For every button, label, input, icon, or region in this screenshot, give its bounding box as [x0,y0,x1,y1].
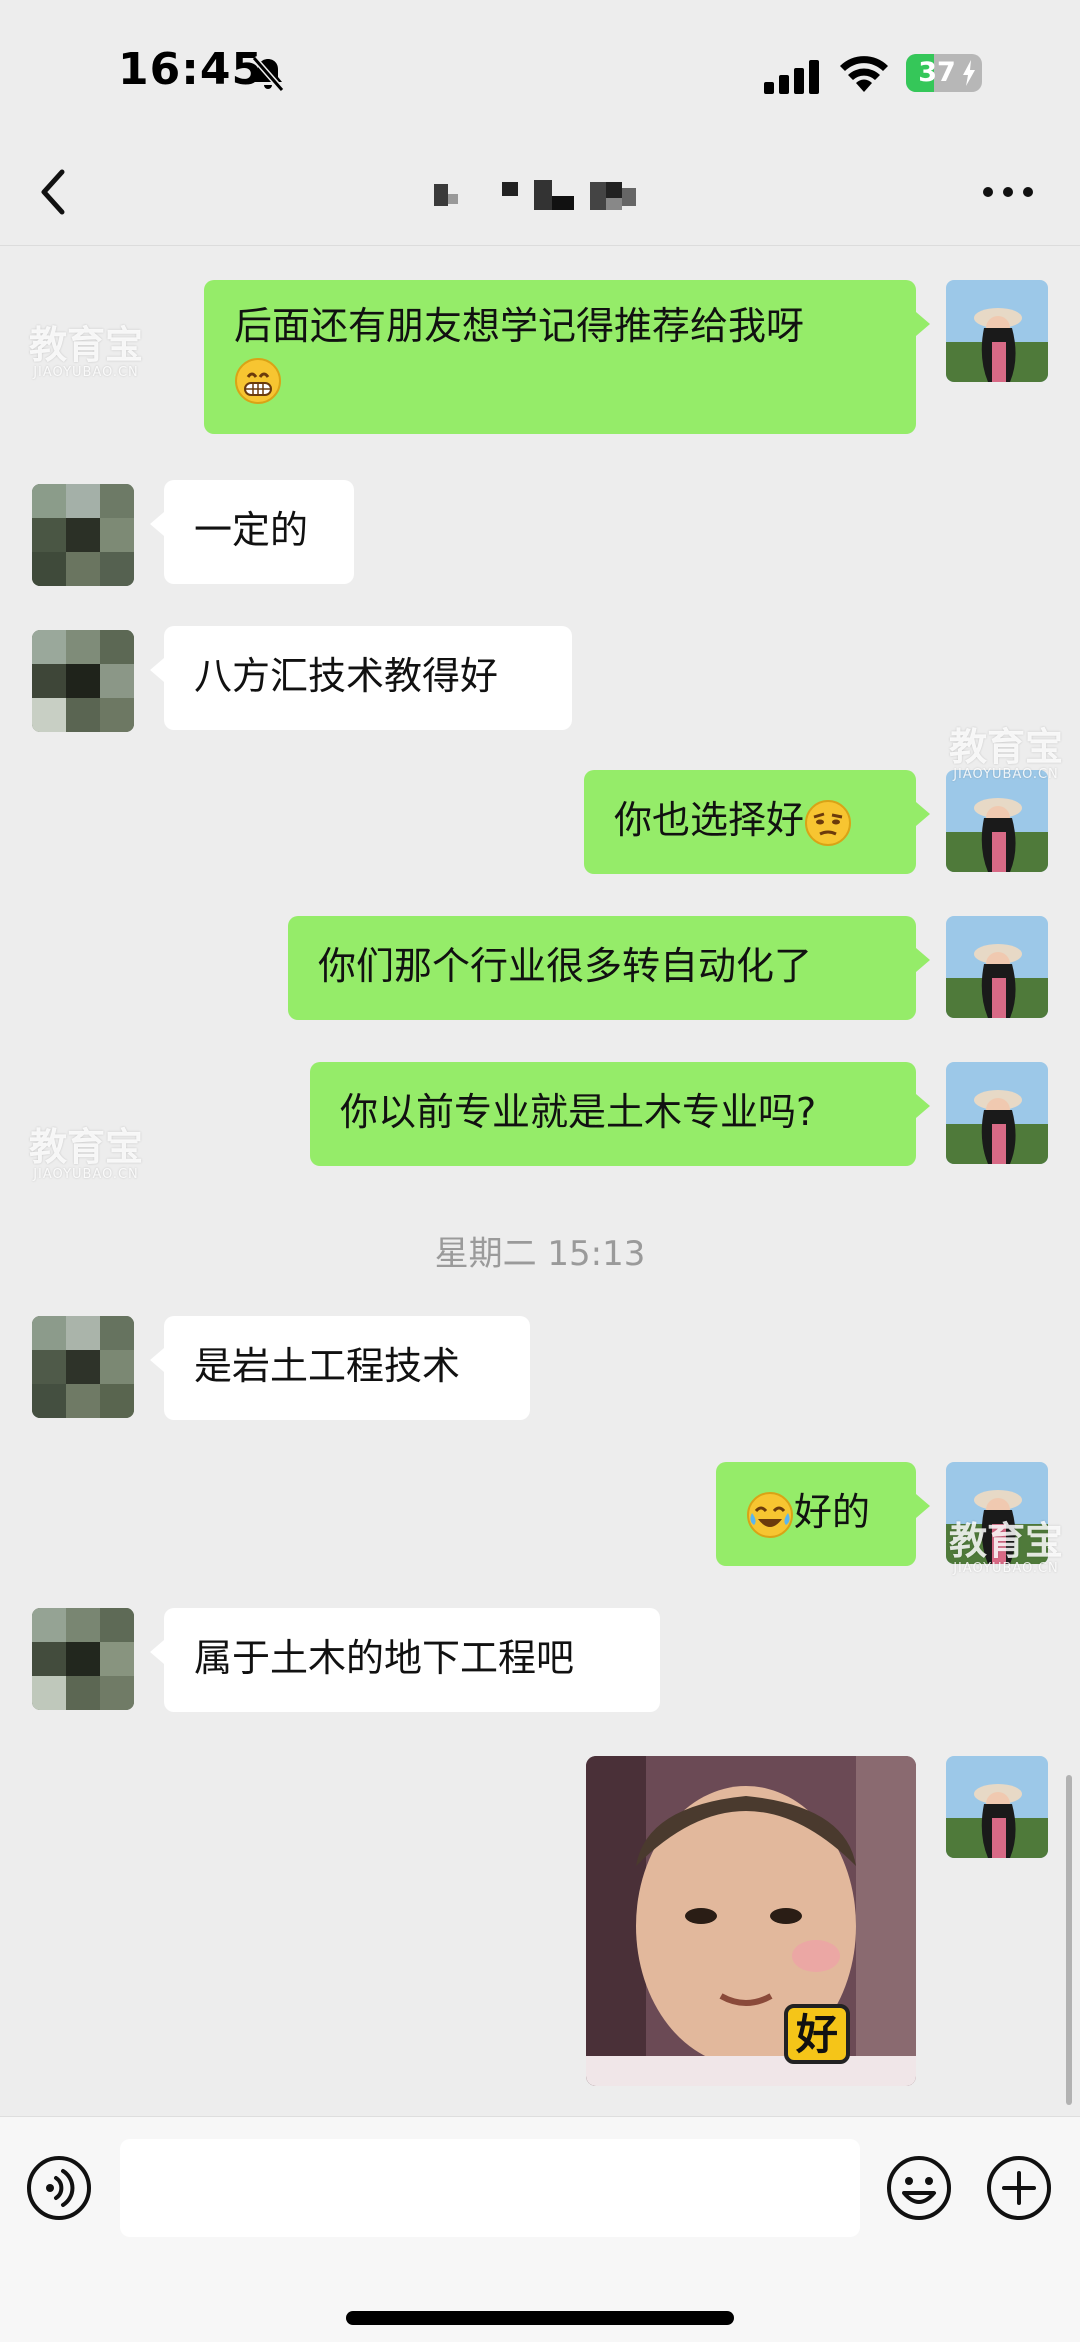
input-bar [0,2116,1080,2342]
watermark-sub: JIAOYUBAO.CN [953,767,1059,782]
message-text: 一定的 [194,508,309,552]
avatar-pixelated [32,484,134,586]
my-avatar[interactable] [946,280,1048,382]
scrollbar[interactable] [1066,1775,1072,2105]
contact-avatar[interactable] [32,484,134,586]
message-input[interactable] [120,2139,860,2237]
watermark-main: 教育宝 [28,1125,143,1169]
tears-of-joy-emoji-icon [747,1491,793,1538]
message-bubble-outgoing[interactable]: 你们那个行业很多转自动化了 [288,916,930,1020]
message-text: 你们那个行业很多转自动化了 [318,944,813,988]
wifi-icon [840,56,888,92]
avatar-photo [946,1062,1048,1164]
message-bubble-outgoing[interactable]: 好的 [716,1462,930,1566]
my-avatar[interactable] [946,1756,1048,1858]
watermark-sub: JIAOYUBAO.CN [953,1561,1059,1576]
watermark: 教育宝 JIAOYUBAO.CN [936,726,1076,786]
watermark-main: 教育宝 [948,725,1063,769]
message-text: 是岩土工程技术 [194,1344,461,1388]
chevron-left-icon[interactable] [32,162,78,222]
time-divider: 星期二 15:13 [434,1234,646,1274]
watermark-main: 教育宝 [28,323,143,367]
charging-bolt-icon [963,60,975,86]
message-text: 属于土木的地下工程吧 [194,1636,575,1680]
grin-emoji-icon [235,357,281,404]
child-sticker [586,1756,916,2086]
watermark: 教育宝 JIAOYUBAO.CN [16,1126,156,1186]
message-text: 你以前专业就是土木专业吗? [340,1090,817,1134]
my-avatar[interactable] [946,916,1048,1018]
skeptical-emoji-icon [805,799,852,846]
avatar-photo [946,280,1048,382]
bell-slash-icon [251,56,285,92]
battery-level: 37 [918,57,956,88]
avatar-pixelated [32,630,134,732]
message-bubble-outgoing[interactable]: 你以前专业就是土木专业吗? [310,1062,930,1166]
chat-screen: 16:45 37 后面还有朋友想学记得推荐给我呀 一定的 八方汇技术教得好 你也… [0,0,1080,2342]
watermark-sub: JIAOYUBAO.CN [33,1167,139,1182]
contact-avatar[interactable] [32,1608,134,1710]
status-bar: 16:45 37 [0,0,1080,140]
message-bubble-outgoing[interactable]: 你也选择好 [584,770,930,874]
chat-header [0,140,1080,246]
message-bubble-incoming[interactable]: 一定的 [150,480,354,584]
signal-icon [764,60,819,94]
watermark-main: 教育宝 [948,1519,1063,1563]
home-indicator[interactable] [346,2311,734,2325]
more-dots-icon[interactable] [980,180,1036,204]
message-bubble-incoming[interactable]: 八方汇技术教得好 [150,626,572,730]
watermark: 教育宝 JIAOYUBAO.CN [936,1520,1076,1580]
message-text: 后面还有朋友想学记得推荐给我呀 [234,304,805,348]
avatar-photo [946,1756,1048,1858]
message-bubble-incoming[interactable]: 属于土木的地下工程吧 [150,1608,660,1712]
message-text: 你也选择好 [614,798,805,842]
smiley-icon[interactable] [886,2155,952,2221]
plus-icon[interactable] [986,2155,1052,2221]
chat-title-pixelated [434,180,636,210]
voice-icon[interactable] [26,2155,92,2221]
status-time: 16:45 [118,44,264,95]
avatar-pixelated [32,1608,134,1710]
avatar-pixelated [32,1316,134,1418]
contact-avatar[interactable] [32,630,134,732]
message-bubble-outgoing[interactable]: 后面还有朋友想学记得推荐给我呀 [204,280,930,434]
sticker-image[interactable]: 好 [586,1756,916,2086]
my-avatar[interactable] [946,1062,1048,1164]
message-text: 八方汇技术教得好 [194,654,499,698]
watermark: 教育宝 JIAOYUBAO.CN [16,324,156,384]
contact-avatar[interactable] [32,1316,134,1418]
message-bubble-incoming[interactable]: 是岩土工程技术 [150,1316,530,1420]
message-text: 好的 [794,1490,871,1534]
message-list[interactable]: 后面还有朋友想学记得推荐给我呀 一定的 八方汇技术教得好 你也选择好 你们那个行… [0,246,1080,2116]
sticker-caption: 好 [795,2010,838,2059]
avatar-photo [946,916,1048,1018]
watermark-sub: JIAOYUBAO.CN [33,365,139,380]
battery-indicator: 37 [906,54,982,92]
